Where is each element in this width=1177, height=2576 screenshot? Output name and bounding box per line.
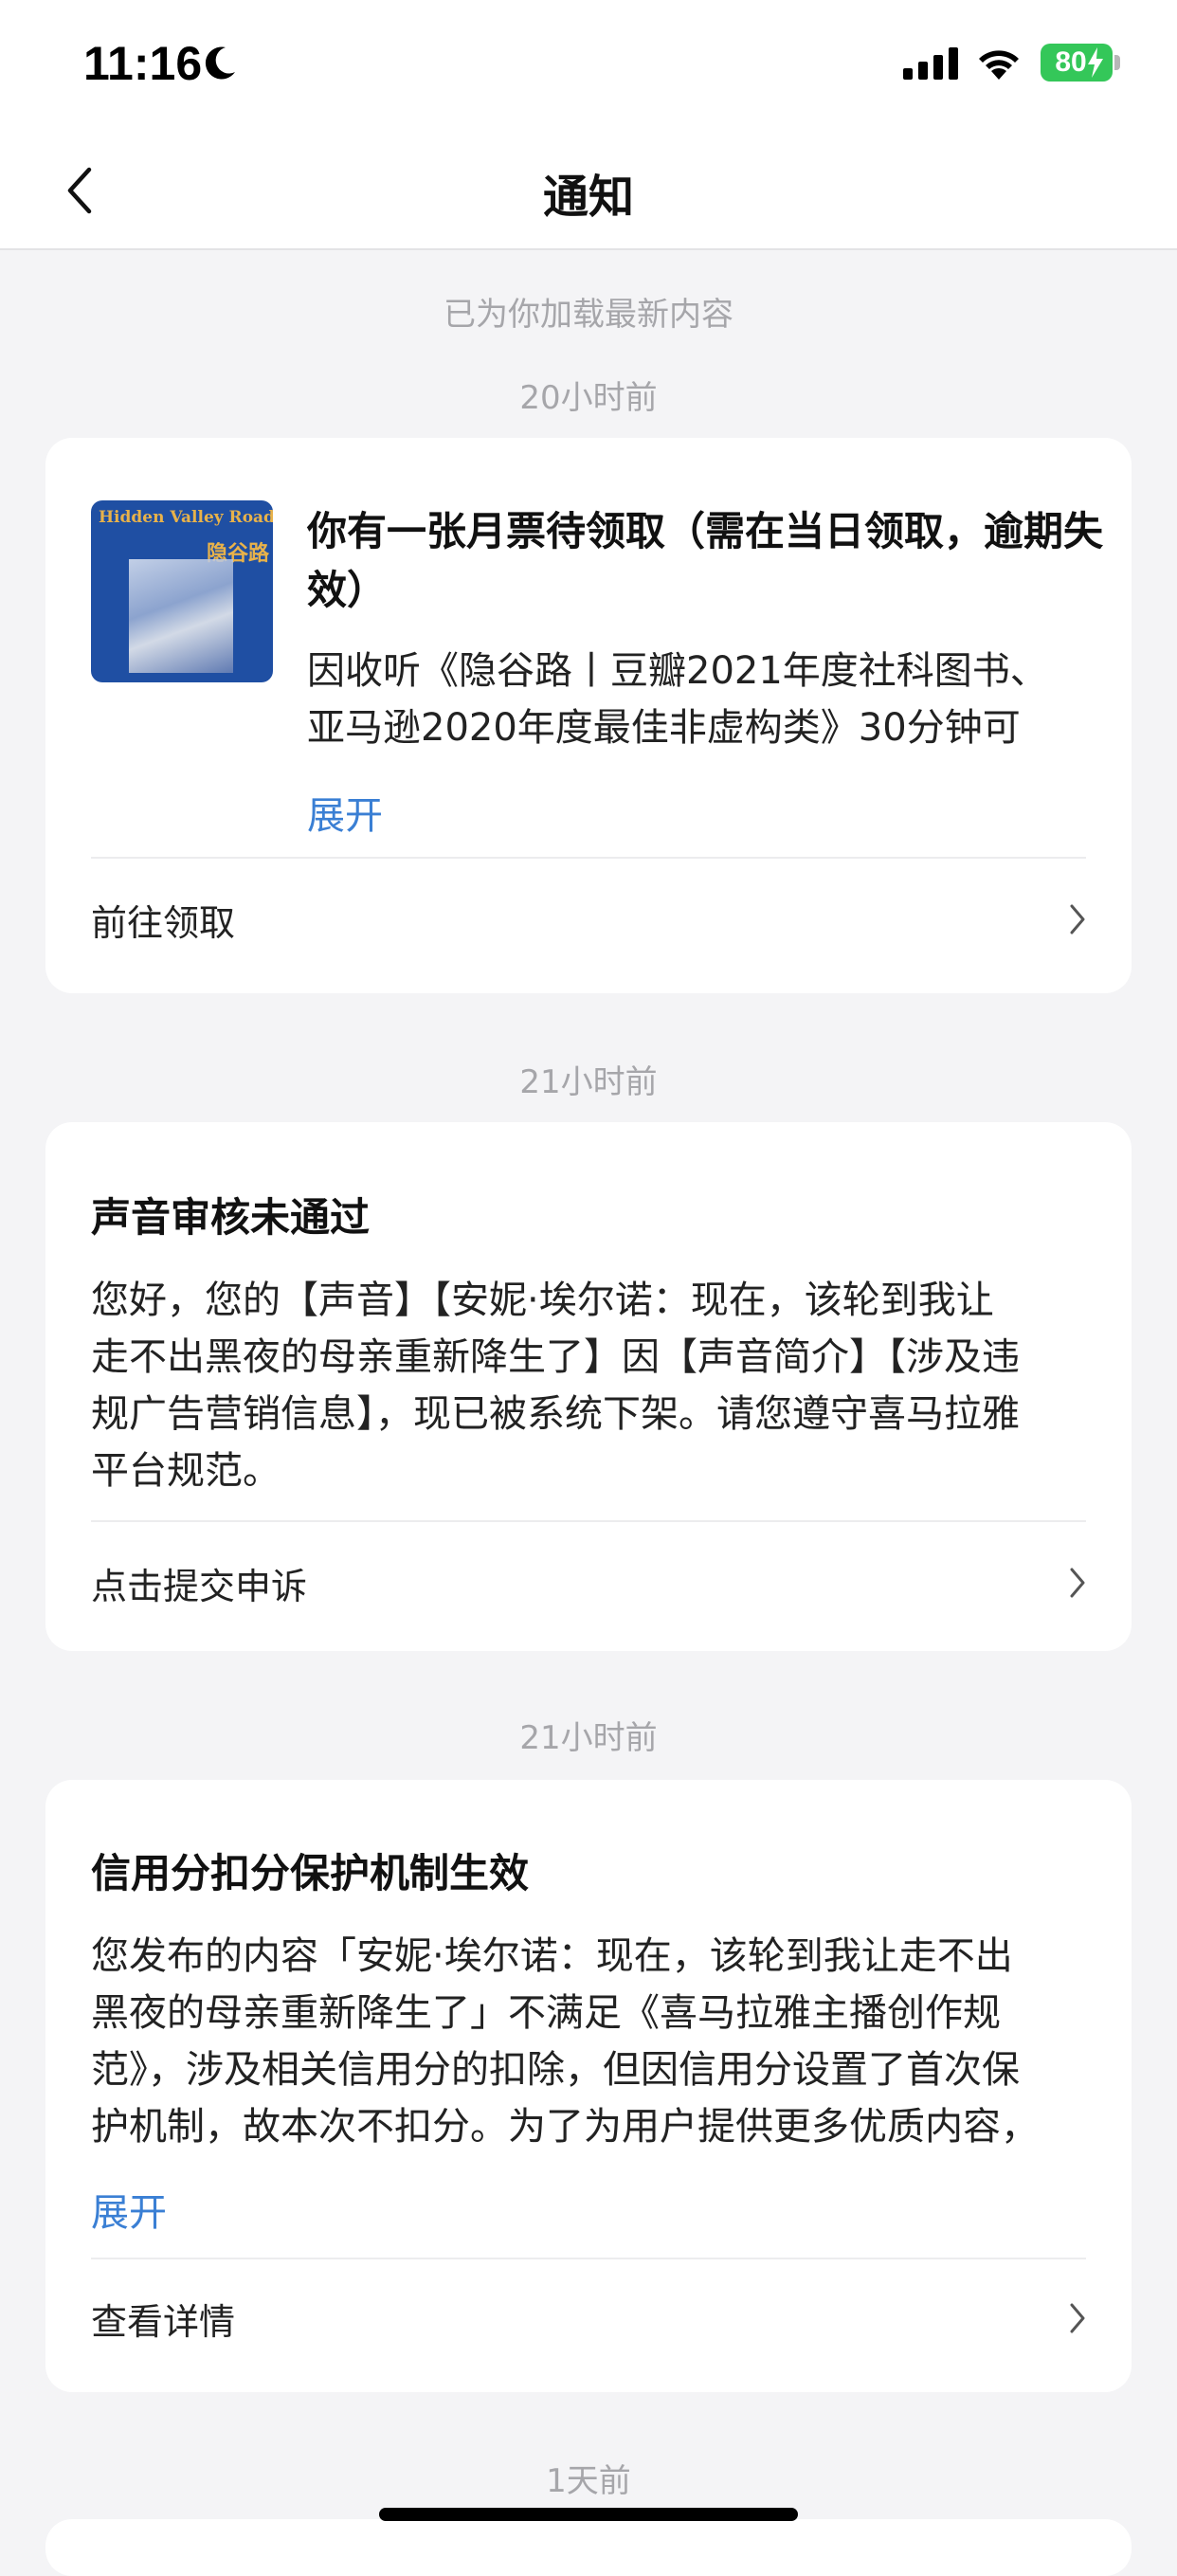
body-line: 因收听《隐谷路丨豆瓣2021年度社科图书、	[307, 649, 1048, 693]
body-line: 您好，您的【声音】【安妮·埃尔诺：现在，该轮到我让	[91, 1279, 994, 1322]
body-line: 平台规范。	[91, 1449, 281, 1493]
action-label: 前往领取	[91, 901, 236, 944]
home-indicator	[379, 2508, 798, 2521]
navigation-bar: 通知	[0, 133, 1177, 250]
notification-body: 您发布的内容「安妮·埃尔诺：现在，该轮到我让走不出 黑夜的母亲重新降生了」不满足…	[91, 1928, 1096, 2155]
notification-card-monthly-ticket: Hidden Valley Road 隐谷路 你有一张月票待领取（需在当日领取，…	[45, 438, 1132, 993]
appeal-action-row[interactable]: 点击提交申诉	[91, 1545, 1086, 1621]
action-label: 查看详情	[91, 2300, 236, 2343]
claim-action-row[interactable]: 前往领取	[91, 881, 1086, 957]
cover-title: Hidden Valley Road	[99, 508, 273, 527]
chevron-right-icon	[1070, 1568, 1085, 1598]
expand-link[interactable]: 展开	[91, 2182, 167, 2237]
body-line: 亚马逊2020年度最佳非虚构类》30分钟可	[307, 706, 1021, 750]
page-title: 通知	[542, 171, 634, 224]
divider	[91, 1520, 1086, 1522]
notification-card-partial	[45, 2519, 1132, 2576]
action-label: 点击提交申诉	[91, 1565, 308, 1607]
body-line: 范》，涉及相关信用分的扣除，但因信用分设置了首次保	[91, 2048, 1020, 2092]
notification-timestamp: 21小时前	[519, 1719, 658, 1757]
body-line: 走不出黑夜的母亲重新降生了】因【声音简介】【涉及违	[91, 1335, 1020, 1379]
charging-bolt-icon	[1088, 47, 1103, 78]
body-line: 护机制，故本次不扣分。为了为用户提供更多优质内容，	[91, 2105, 1039, 2149]
notification-title: 信用分扣分保护机制生效	[91, 1850, 530, 1896]
notification-title: 你有一张月票待领取（需在当日领取，逾期失效）	[307, 508, 1104, 613]
divider	[91, 2258, 1086, 2259]
cellular-signal-icon	[903, 47, 958, 80]
body-line: 您发布的内容「安妮·埃尔诺：现在，该轮到我让走不出	[91, 1934, 1013, 1978]
notification-timestamp: 1天前	[546, 2462, 631, 2500]
details-action-row[interactable]: 查看详情	[91, 2280, 1086, 2356]
battery-nub	[1114, 55, 1120, 70]
notification-timestamp: 20小时前	[519, 379, 658, 417]
body-line: 规广告营销信息】，现已被系统下架。请您遵守喜马拉雅	[91, 1392, 1020, 1436]
notification-timestamp: 21小时前	[519, 1063, 658, 1101]
book-cover-image: Hidden Valley Road 隐谷路	[91, 500, 273, 682]
status-bar: 11:16 80	[0, 0, 1177, 133]
notification-title: 声音审核未通过	[91, 1194, 371, 1241]
expand-link[interactable]: 展开	[307, 785, 383, 840]
chevron-right-icon	[1070, 2303, 1085, 2333]
load-hint: 已为你加载最新内容	[444, 296, 733, 334]
chevron-right-icon	[1070, 904, 1085, 934]
notification-card-audio-review: 声音审核未通过 您好，您的【声音】【安妮·埃尔诺：现在，该轮到我让 走不出黑夜的…	[45, 1122, 1132, 1651]
notification-card-credit-protection: 信用分扣分保护机制生效 您发布的内容「安妮·埃尔诺：现在，该轮到我让走不出 黑夜…	[45, 1780, 1132, 2392]
divider	[91, 857, 1086, 859]
wifi-icon	[979, 50, 1019, 80]
body-line: 黑夜的母亲重新降生了」不满足《喜马拉雅主播创作规	[91, 1991, 1001, 2035]
status-time: 11:16	[83, 37, 203, 90]
notification-body: 您好，您的【声音】【安妮·埃尔诺：现在，该轮到我让 走不出黑夜的母亲重新降生了】…	[91, 1272, 1096, 1499]
battery-level: 80	[1055, 46, 1087, 78]
cover-photo	[129, 559, 233, 673]
notification-body: 因收听《隐谷路丨豆瓣2021年度社科图书、 亚马逊2020年度最佳非虚构类》30…	[307, 643, 1122, 756]
moon-icon	[205, 46, 235, 80]
